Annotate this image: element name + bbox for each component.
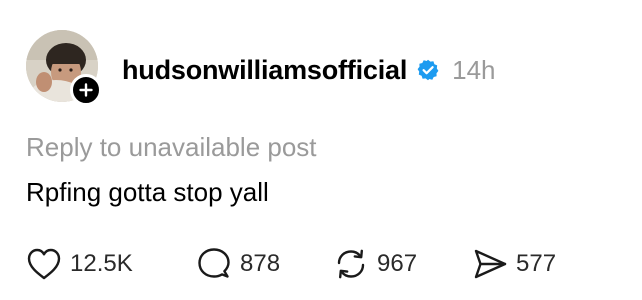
share-count: 577 [516, 250, 557, 277]
paper-plane-icon [474, 249, 507, 279]
follow-button[interactable] [70, 74, 102, 106]
share-button[interactable]: 577 [472, 244, 556, 284]
like-button[interactable]: 12.5K [26, 244, 133, 284]
post-text: Rpfing gotta stop yall [26, 177, 269, 207]
like-count: 12.5K [70, 250, 133, 277]
action-bar: 12.5K 878 967 577 [26, 244, 626, 284]
repost-button[interactable]: 967 [333, 244, 417, 284]
avatar-container [26, 30, 102, 106]
reply-count: 878 [240, 250, 281, 277]
repost-count: 967 [377, 250, 418, 277]
thread-post: hudsonwilliamsofficial 14h Reply to unav… [0, 0, 642, 300]
username-link[interactable]: hudsonwilliamsofficial [122, 55, 407, 86]
repost-arrows-icon [337, 249, 365, 279]
post-header: hudsonwilliamsofficial 14h [122, 52, 496, 88]
post-timestamp: 14h [452, 54, 496, 85]
plus-icon [79, 83, 93, 97]
speech-bubble-icon [198, 248, 230, 278]
heart-icon [27, 248, 61, 280]
verified-check-icon [417, 59, 439, 81]
reply-context: Reply to unavailable post [26, 132, 317, 162]
reply-button[interactable]: 878 [196, 244, 280, 284]
